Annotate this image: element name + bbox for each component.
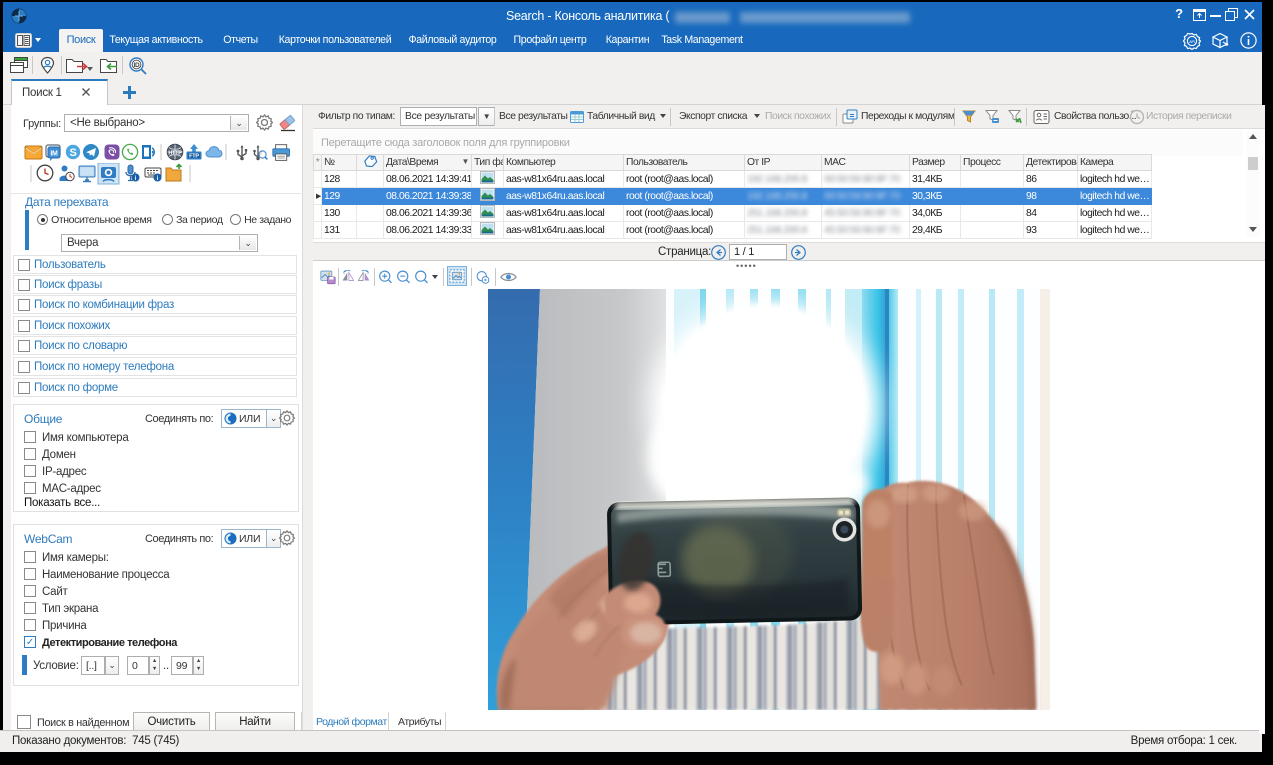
svg-text:FTP: FTP [189, 154, 199, 160]
svg-text:HTTP: HTTP [168, 151, 182, 157]
svg-text:IM: IM [50, 151, 58, 158]
svg-text:API: API [1189, 39, 1195, 44]
svg-text:S: S [69, 147, 76, 159]
